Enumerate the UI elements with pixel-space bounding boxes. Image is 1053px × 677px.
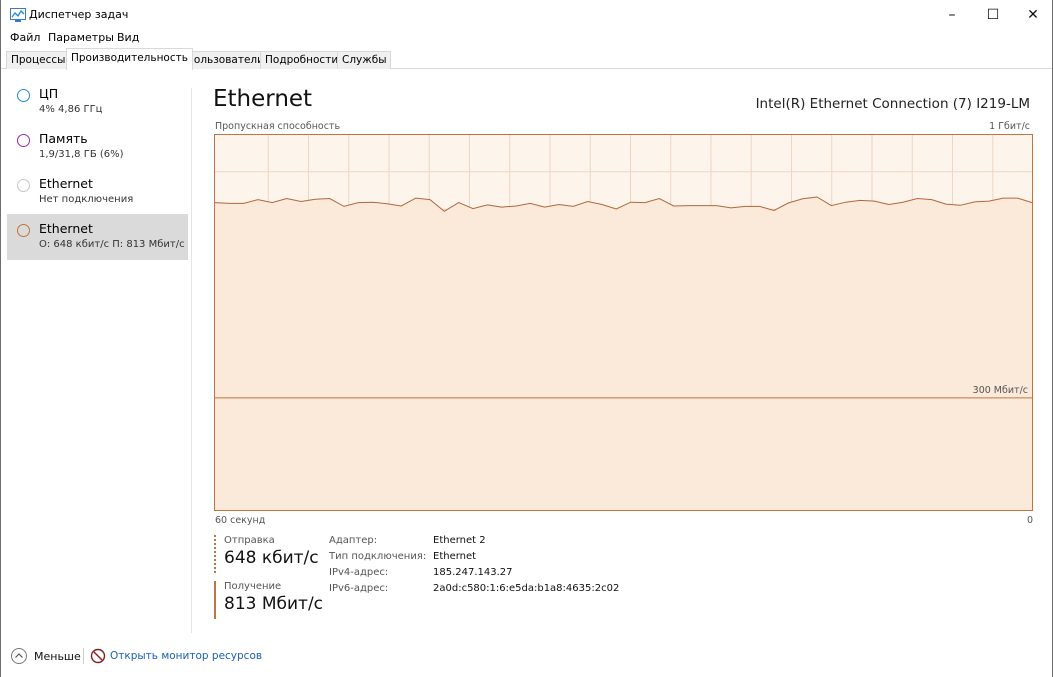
sidebar-item-label: Память (39, 131, 88, 146)
info-row-adapter: Адаптер: Ethernet 2 (329, 535, 629, 551)
sidebar-item-label: ЦП (39, 86, 59, 101)
scale-mark-label: 300 Мбит/с (973, 385, 1028, 396)
receive-value: 813 Мбит/с (224, 594, 324, 614)
throughput-graph: 300 Мбит/с (214, 134, 1033, 511)
pane-divider[interactable] (191, 88, 192, 633)
info-key: IPv6-адрес: (329, 583, 389, 594)
menu-bar: Файл Параметры Вид (1, 30, 1052, 48)
receive-area (215, 197, 1032, 510)
graph-max-label: 1 Гбит/с (989, 121, 1030, 132)
tab-users[interactable]: Пользователи (181, 51, 269, 69)
menu-view[interactable]: Вид (117, 31, 139, 44)
info-row-ipv4: IPv4-адрес: 185.247.143.27 (329, 567, 629, 583)
task-manager-icon (10, 8, 26, 22)
info-value: 2a0d:c580:1:6:e5da:b1a8:4635:2c02 (433, 583, 620, 594)
sidebar-item-label: Ethernet (39, 221, 93, 236)
adapter-name: Intel(R) Ethernet Connection (7) I219-LM (755, 96, 1030, 112)
title-bar[interactable]: Диспетчер задач – ☐ ✕ (1, 0, 1052, 30)
resource-list: ЦП 4% 4,86 ГГц Память 1,9/31,8 ГБ (6%) E… (1, 70, 191, 640)
sidebar-item-ethernet-2[interactable]: Ethernet О: 648 кбит/с П: 813 Мбит/с (7, 214, 188, 260)
time-axis-start: 60 секунд (215, 515, 266, 526)
footer: Меньше Открыть монитор ресурсов (1, 645, 1052, 669)
window-title: Диспетчер задач (29, 8, 129, 21)
menu-file[interactable]: Файл (10, 31, 40, 44)
info-key: IPv4-адрес: (329, 567, 389, 578)
send-label: Отправка (224, 535, 275, 546)
receive-stat: Получение 813 Мбит/с (214, 581, 324, 619)
cpu-indicator-icon (17, 89, 30, 102)
info-key: Тип подключения: (329, 551, 427, 562)
ethernet-indicator-icon (17, 179, 30, 192)
task-manager-window: Диспетчер задач – ☐ ✕ Файл Параметры Вид… (0, 0, 1053, 677)
tab-processes[interactable]: Процессы (6, 51, 71, 69)
tab-services[interactable]: Службы (337, 51, 392, 69)
page-title: Ethernet (213, 86, 313, 112)
ethernet-indicator-icon (17, 224, 30, 237)
collapse-chevron-icon[interactable] (11, 648, 27, 664)
send-stat: Отправка 648 кбит/с (214, 535, 324, 573)
time-axis-end: 0 (1027, 515, 1034, 526)
info-row-connection-type: Тип подключения: Ethernet (329, 551, 629, 567)
maximize-button[interactable]: ☐ (974, 0, 1012, 30)
sidebar-item-sub: Нет подключения (39, 194, 134, 205)
footer-divider (83, 648, 84, 664)
send-value: 648 кбит/с (224, 548, 319, 568)
info-value: Ethernet 2 (433, 535, 486, 546)
fewer-details-button[interactable]: Меньше (34, 650, 81, 663)
resource-monitor-icon[interactable] (90, 648, 106, 664)
memory-indicator-icon (17, 134, 30, 147)
tab-details[interactable]: Подробности (260, 51, 344, 69)
minimize-button[interactable]: – (933, 0, 971, 30)
tab-performance[interactable]: Производительность (66, 48, 193, 70)
open-resource-monitor-link[interactable]: Открыть монитор ресурсов (110, 650, 262, 662)
sidebar-item-sub: 4% 4,86 ГГц (39, 104, 103, 115)
info-value: Ethernet (433, 551, 477, 562)
close-button[interactable]: ✕ (1014, 0, 1052, 30)
sidebar-item-cpu[interactable]: ЦП 4% 4,86 ГГц (7, 85, 188, 131)
info-value: 185.247.143.27 (433, 567, 513, 578)
info-key: Адаптер: (329, 535, 378, 546)
menu-options[interactable]: Параметры (48, 31, 114, 44)
sidebar-item-label: Ethernet (39, 176, 93, 191)
info-row-ipv6: IPv6-адрес: 2a0d:c580:1:6:e5da:b1a8:4635… (329, 583, 629, 599)
receive-label: Получение (224, 581, 282, 592)
graph-label: Пропускная способность (215, 121, 341, 132)
tab-strip: Процессы Производительность Пользователи… (1, 48, 1052, 70)
sidebar-item-memory[interactable]: Память 1,9/31,8 ГБ (6%) (7, 130, 188, 176)
sidebar-item-sub: О: 648 кбит/с П: 813 Мбит/с (39, 239, 185, 250)
sidebar-item-sub: 1,9/31,8 ГБ (6%) (39, 149, 124, 160)
